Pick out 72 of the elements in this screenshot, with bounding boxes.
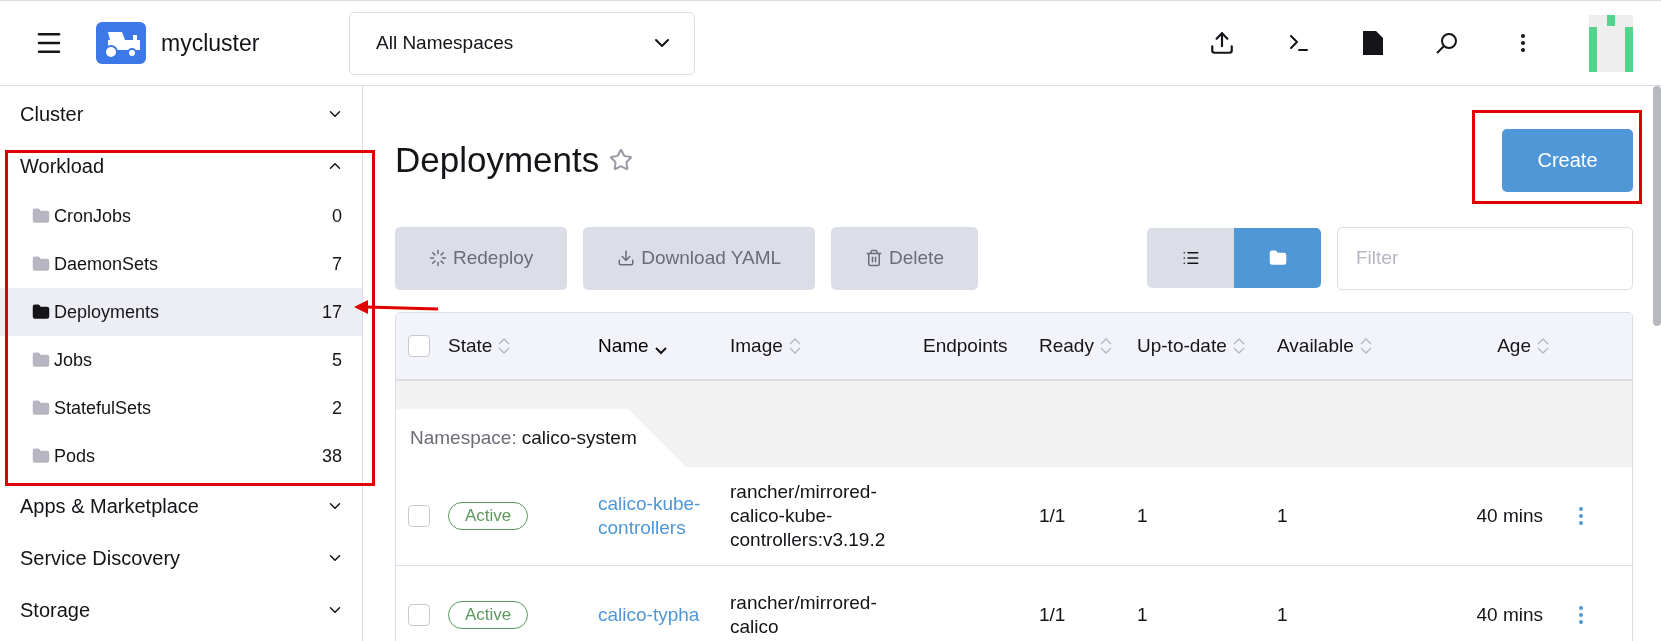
nav-item[interactable]: Pods 38 <box>0 432 362 480</box>
trash-icon <box>865 249 884 267</box>
filter-field[interactable]: Filter <box>1337 226 1633 290</box>
nav-group-header[interactable]: Storage <box>0 584 362 636</box>
table-cell-text: 1 <box>1277 603 1289 627</box>
page-title: Deployments <box>395 140 600 180</box>
sort-icon[interactable] <box>788 337 801 355</box>
nav-group-header[interactable]: Apps & Marketplace <box>0 480 362 532</box>
nav-item[interactable]: CronJobs 0 <box>0 192 362 240</box>
column-header[interactable]: Up-to-date <box>1137 335 1227 357</box>
table-cell-text: 1/1 <box>1039 603 1067 627</box>
nav-item[interactable]: StatefulSets 2 <box>0 384 362 432</box>
tractor-logo-icon <box>96 22 146 64</box>
item-count: 7 <box>332 253 342 275</box>
item-count: 5 <box>332 349 342 371</box>
checkbox[interactable] <box>408 604 430 626</box>
spinner-icon <box>429 249 447 267</box>
column-header[interactable]: Ready <box>1039 335 1094 357</box>
folder-icon <box>32 447 50 465</box>
table-cell-text: 1 <box>1137 603 1149 627</box>
sort-icon[interactable] <box>1099 337 1112 355</box>
table-cell-text: 1 <box>1137 504 1149 528</box>
table-cell-text: 40 mins <box>1475 504 1544 528</box>
folder-icon <box>32 255 50 273</box>
nav-item-label: Jobs <box>54 349 94 371</box>
checkbox[interactable] <box>408 505 430 527</box>
item-count: 38 <box>321 445 342 467</box>
scrollbar[interactable] <box>1653 86 1661 326</box>
folder-icon <box>32 399 50 417</box>
folder-view-button[interactable] <box>1234 228 1321 288</box>
nav-item[interactable]: Jobs 5 <box>0 336 362 384</box>
namespace-dropdown[interactable]: All Namespaces <box>349 11 695 75</box>
item-count: 0 <box>332 205 342 227</box>
download-icon <box>617 249 636 267</box>
list-icon <box>1181 249 1200 267</box>
column-header[interactable]: Name <box>598 335 649 357</box>
group-label: Namespace: <box>410 427 517 449</box>
folder-icon <box>1268 249 1287 267</box>
nav-item-label: DaemonSets <box>54 253 160 275</box>
folder-icon <box>32 207 50 225</box>
column-header[interactable]: State <box>448 335 493 357</box>
sort-icon[interactable] <box>498 337 511 355</box>
table-cell-text: 40 mins <box>1475 603 1544 627</box>
item-count: 2 <box>332 397 342 419</box>
sort-icon[interactable] <box>1232 337 1245 355</box>
sort-icon[interactable] <box>1359 337 1372 355</box>
column-header[interactable]: Image <box>730 335 783 357</box>
nav-group-header[interactable]: Cluster <box>0 88 362 140</box>
nav-item-label: CronJobs <box>54 205 133 227</box>
folder-icon <box>32 351 50 369</box>
star-icon[interactable] <box>609 148 634 172</box>
column-header[interactable]: Endpoints <box>923 335 1008 357</box>
nav-group-header[interactable]: Service Discovery <box>0 532 362 584</box>
checkbox[interactable] <box>408 335 430 357</box>
cluster-name: mycluster <box>161 29 261 57</box>
column-header[interactable]: Available <box>1277 335 1354 357</box>
nav-item[interactable]: DaemonSets 7 <box>0 240 362 288</box>
nav-group-header[interactable]: Workload <box>0 140 362 192</box>
table-cell-text: 1/1 <box>1039 504 1067 528</box>
folder-icon <box>32 303 50 321</box>
avatar-pattern-icon[interactable] <box>1589 14 1633 72</box>
table-cell-text: rancher/mirrored-calico <box>730 591 878 639</box>
nav-item-label: Deployments <box>54 301 161 323</box>
column-header[interactable]: Age <box>1497 335 1531 357</box>
nav-item-label: StatefulSets <box>54 397 153 419</box>
item-count: 17 <box>321 301 342 323</box>
nav-item[interactable]: Deployments 17 <box>0 288 362 336</box>
nav-item-label: Pods <box>54 445 97 467</box>
table-cell-text: rancher/mirrored-calico-kube-controllers:v3.19.2 <box>730 480 887 552</box>
table-cell-text: 1 <box>1277 504 1289 528</box>
sort-icon[interactable] <box>1537 337 1549 355</box>
namespace-name: calico-system <box>521 427 637 449</box>
